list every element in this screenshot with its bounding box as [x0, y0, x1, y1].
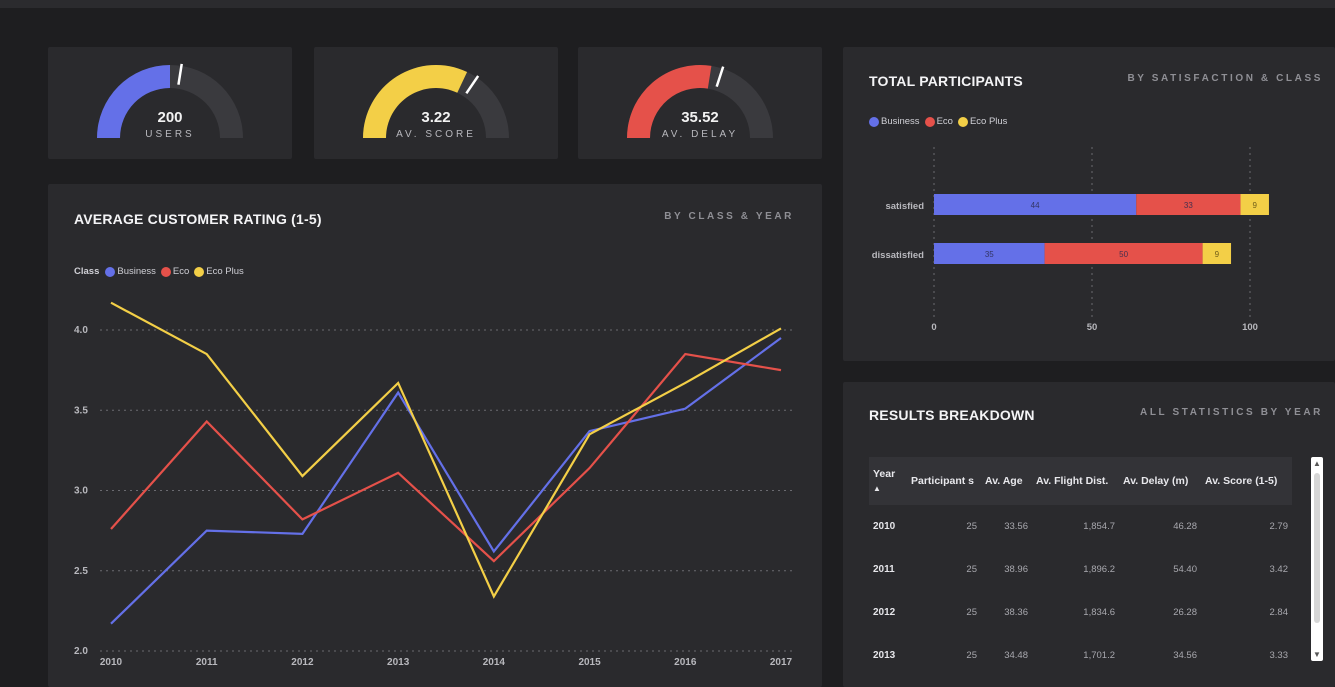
kpi-card-users: 200 USERS: [48, 47, 292, 159]
scroll-down-arrow-icon[interactable]: ▼: [1311, 650, 1323, 659]
scroll-up-arrow-icon[interactable]: ▲: [1311, 459, 1323, 468]
y-tick-label: 2.5: [74, 566, 88, 577]
table-header-row: Year ▲ Participant s Av. Age Av. Flight D…: [869, 457, 1292, 505]
category-label: dissatisfied: [872, 250, 924, 261]
x-tick-label: 2010: [100, 657, 123, 668]
sort-ascending-icon: ▲: [873, 483, 881, 493]
scrollbar-thumb[interactable]: [1314, 473, 1320, 623]
column-header-av-delay[interactable]: Av. Delay (m): [1119, 457, 1201, 505]
x-tick-label: 100: [1242, 322, 1258, 333]
kpi-label: AV. DELAY: [661, 129, 739, 140]
y-tick-label: 4.0: [74, 325, 88, 336]
table-row: 2013 25 34.48 1,701.2 34.56 3.33: [869, 634, 1292, 677]
bar-data-label: 50: [1119, 250, 1128, 259]
x-tick-label: 2014: [483, 657, 506, 668]
column-header-year[interactable]: Year ▲: [869, 457, 907, 505]
column-header-av-flight-dist[interactable]: Av. Flight Dist.: [1032, 457, 1119, 505]
cell-av-score: 2.79: [1269, 521, 1289, 532]
column-header-participants[interactable]: Participant s: [907, 457, 981, 505]
table-row: 2011 25 38.96 1,896.2 54.40 3.42: [869, 548, 1292, 591]
y-tick-label: 2.0: [74, 646, 88, 657]
cell-av-score: 2.84: [1269, 607, 1289, 618]
cell-participants: 25: [966, 607, 977, 618]
bar-data-label: 9: [1253, 201, 1258, 210]
cell-av-delay: 34.56: [1173, 650, 1197, 661]
cell-av-age: 38.96: [1004, 564, 1028, 575]
av-delay-gauge: [627, 65, 773, 138]
column-header-av-score[interactable]: Av. Score (1-5): [1201, 457, 1292, 505]
kpi-label: USERS: [145, 129, 195, 140]
cell-av-age: 38.36: [1004, 607, 1028, 618]
table-row: 2010 25 33.56 1,854.7 46.28 2.79: [869, 505, 1292, 548]
x-tick-label: 2015: [578, 657, 601, 668]
series-line-business: [110, 337, 782, 625]
cell-av-flight-dist: 1,834.6: [1083, 607, 1115, 618]
card-subtitle: ALL STATISTICS BY YEAR: [1140, 407, 1323, 418]
gauge-fill: [363, 65, 468, 138]
cell-year: 2013: [873, 650, 896, 661]
x-tick-label: 2011: [196, 657, 218, 668]
line-chart: 2.0 2.5 3.0 3.5 4.0 2010 2011 2012 2013 2014 2015 2…: [74, 301, 793, 668]
kpi-label: AV. SCORE: [396, 129, 476, 140]
cell-participants: 25: [966, 521, 977, 532]
bar-data-label: 44: [1031, 201, 1040, 210]
total-participants-card: TOTAL PARTICIPANTS BY SATISFACTION & CLA…: [843, 47, 1335, 361]
bar-data-label: 33: [1184, 201, 1193, 210]
cell-av-age: 34.48: [1004, 650, 1028, 661]
cell-av-score: 3.33: [1269, 650, 1289, 661]
x-tick-label: 2012: [291, 657, 314, 668]
cell-participants: 25: [966, 564, 977, 575]
card-title: RESULTS BREAKDOWN: [869, 407, 1035, 423]
x-tick-label: 2017: [770, 657, 793, 668]
cell-year: 2012: [873, 607, 896, 618]
cell-av-delay: 26.28: [1173, 607, 1197, 618]
bar-data-label: 35: [985, 250, 994, 259]
cell-year: 2010: [873, 521, 896, 532]
bar-data-label: 9: [1215, 250, 1220, 259]
results-table: Year ▲ Participant s Av. Age Av. Flight D…: [869, 457, 1292, 677]
top-bar: [0, 0, 1335, 8]
average-rating-card: AVERAGE CUSTOMER RATING (1-5) BY CLASS &…: [48, 184, 822, 687]
cell-av-flight-dist: 1,701.2: [1083, 650, 1115, 661]
table-scrollbar[interactable]: ▲ ▼: [1311, 457, 1323, 661]
cell-av-age: 33.56: [1004, 521, 1028, 532]
users-gauge: [97, 63, 243, 138]
results-table-wrapper: Year ▲ Participant s Av. Age Av. Flight D…: [869, 457, 1292, 687]
cell-year: 2011: [873, 564, 895, 575]
kpi-value: 3.22: [421, 109, 451, 126]
cell-av-delay: 54.40: [1173, 564, 1197, 575]
av-score-gauge: [363, 65, 509, 138]
kpi-card-av-score: 3.22 AV. SCORE: [314, 47, 558, 159]
category-label: satisfied: [885, 201, 924, 212]
table-row: 2012 25 38.36 1,834.6 26.28 2.84: [869, 591, 1292, 634]
cell-av-flight-dist: 1,854.7: [1083, 521, 1115, 532]
header-label: Year: [873, 467, 896, 480]
bar-chart: 0 50 100 satisfied 44 33 9 dissatisfied 35 50 9: [872, 147, 1269, 333]
gauge-fill: [627, 65, 712, 138]
kpi-value: 35.52: [681, 109, 719, 126]
cell-participants: 25: [966, 650, 977, 661]
kpi-card-av-delay: 35.52 AV. DELAY: [578, 47, 822, 159]
y-tick-label: 3.5: [74, 405, 88, 416]
cell-av-score: 3.42: [1269, 564, 1289, 575]
kpi-value: 200: [157, 109, 183, 126]
series-line-eco-plus: [110, 301, 782, 599]
x-tick-label: 50: [1087, 322, 1098, 333]
y-tick-label: 3.0: [74, 486, 88, 497]
cell-av-delay: 46.28: [1173, 521, 1197, 532]
x-tick-label: 2013: [387, 657, 410, 668]
gauge-fill: [97, 65, 170, 138]
cell-av-flight-dist: 1,896.2: [1083, 564, 1115, 575]
x-tick-label: 0: [931, 322, 936, 333]
x-tick-label: 2016: [674, 657, 697, 668]
column-header-av-age[interactable]: Av. Age: [981, 457, 1032, 505]
